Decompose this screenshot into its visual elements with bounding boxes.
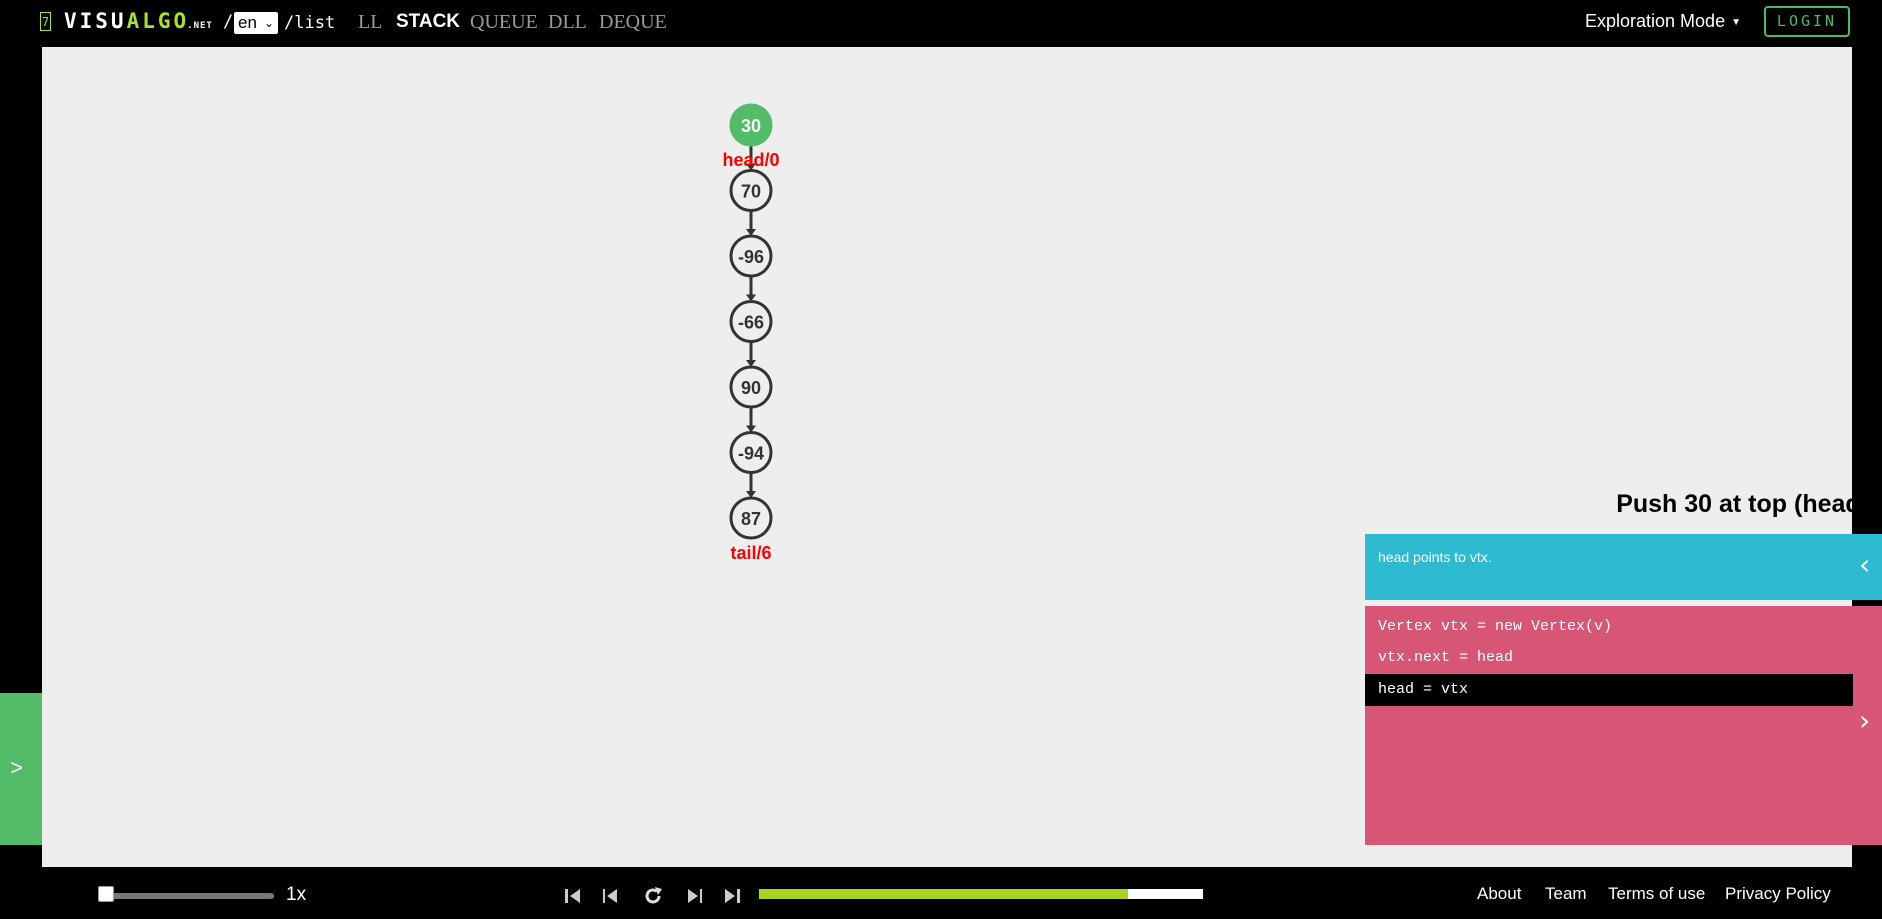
node-value: -96 bbox=[738, 247, 764, 267]
code-line-2: vtx.next = head bbox=[1378, 649, 1514, 666]
speed-label: 1x bbox=[286, 884, 307, 905]
version-badge: 7 bbox=[40, 12, 51, 31]
mode-label: Exploration Mode bbox=[1585, 11, 1726, 31]
node-value: -94 bbox=[738, 444, 764, 464]
path-slash: / bbox=[223, 12, 234, 32]
nav-stack[interactable]: STACK bbox=[396, 11, 460, 33]
site-logo[interactable]: VISUALGO.NET bbox=[64, 9, 213, 33]
chevron-left-icon: ‹ bbox=[1859, 548, 1871, 581]
visualization-canvas: 30 70 -96 -66 90 -94 87 head/0 tail/6 Push 30 at… bbox=[42, 47, 1882, 867]
footer-terms-link[interactable]: Terms of use bbox=[1608, 884, 1705, 904]
logo-suffix: .NET bbox=[187, 21, 213, 31]
node-value: 70 bbox=[741, 182, 761, 202]
progress-fill bbox=[759, 889, 1128, 899]
language-value: en bbox=[238, 13, 257, 32]
code-line-1: Vertex vtx = new Vertex(v) bbox=[1378, 618, 1613, 635]
nav-queue[interactable]: QUEUE bbox=[470, 11, 538, 34]
top-bar: 7 VISUALGO.NET / en ⌄ /list LL STACK QUE… bbox=[0, 0, 1882, 47]
go-to-end-icon[interactable] bbox=[722, 885, 742, 907]
caret-down-icon: ▼ bbox=[1731, 17, 1741, 28]
step-forward-icon[interactable] bbox=[684, 885, 704, 907]
go-to-start-icon[interactable] bbox=[563, 885, 583, 907]
speed-slider-handle[interactable] bbox=[98, 886, 114, 902]
logo-text-green: ALGO bbox=[126, 9, 190, 33]
login-button[interactable]: LOGIN bbox=[1764, 6, 1850, 37]
code-toggle-tab[interactable]: › bbox=[1853, 606, 1882, 845]
replay-icon[interactable] bbox=[642, 885, 664, 907]
tail-label: tail/6 bbox=[730, 543, 771, 563]
nav-ll[interactable]: LL bbox=[358, 11, 382, 34]
chevron-down-icon: ⌄ bbox=[263, 16, 274, 30]
mode-dropdown[interactable]: Exploration Mode ▼ bbox=[1585, 11, 1741, 32]
node-value: 87 bbox=[741, 509, 761, 529]
footer-privacy-link[interactable]: Privacy Policy bbox=[1725, 884, 1831, 904]
chevron-right-icon: › bbox=[1859, 704, 1871, 737]
language-select[interactable]: en ⌄ bbox=[234, 12, 278, 34]
status-title: Push 30 at top (head) bbox=[1616, 490, 1869, 518]
head-label: head/0 bbox=[722, 150, 779, 170]
nav-dll[interactable]: DLL bbox=[548, 11, 587, 34]
nav-deque[interactable]: DEQUE bbox=[599, 11, 667, 34]
actions-arrow-icon: > bbox=[10, 755, 23, 780]
node-value: 30 bbox=[741, 116, 761, 136]
actions-toggle-tab[interactable]: > bbox=[0, 693, 42, 845]
status-text: head points to vtx. bbox=[1378, 549, 1492, 565]
node-value: 90 bbox=[741, 378, 761, 398]
status-toggle-tab[interactable]: ‹ bbox=[1853, 534, 1882, 600]
footer-about-link[interactable]: About bbox=[1477, 884, 1521, 904]
code-line-3: head = vtx bbox=[1365, 674, 1882, 706]
footer-team-link[interactable]: Team bbox=[1545, 884, 1587, 904]
step-backward-icon[interactable] bbox=[601, 885, 621, 907]
status-panel bbox=[1365, 534, 1882, 600]
node-value: -66 bbox=[738, 313, 764, 333]
logo-text-white: VISU bbox=[64, 9, 127, 33]
speed-slider[interactable] bbox=[104, 893, 274, 899]
page-path: /list bbox=[284, 13, 336, 33]
